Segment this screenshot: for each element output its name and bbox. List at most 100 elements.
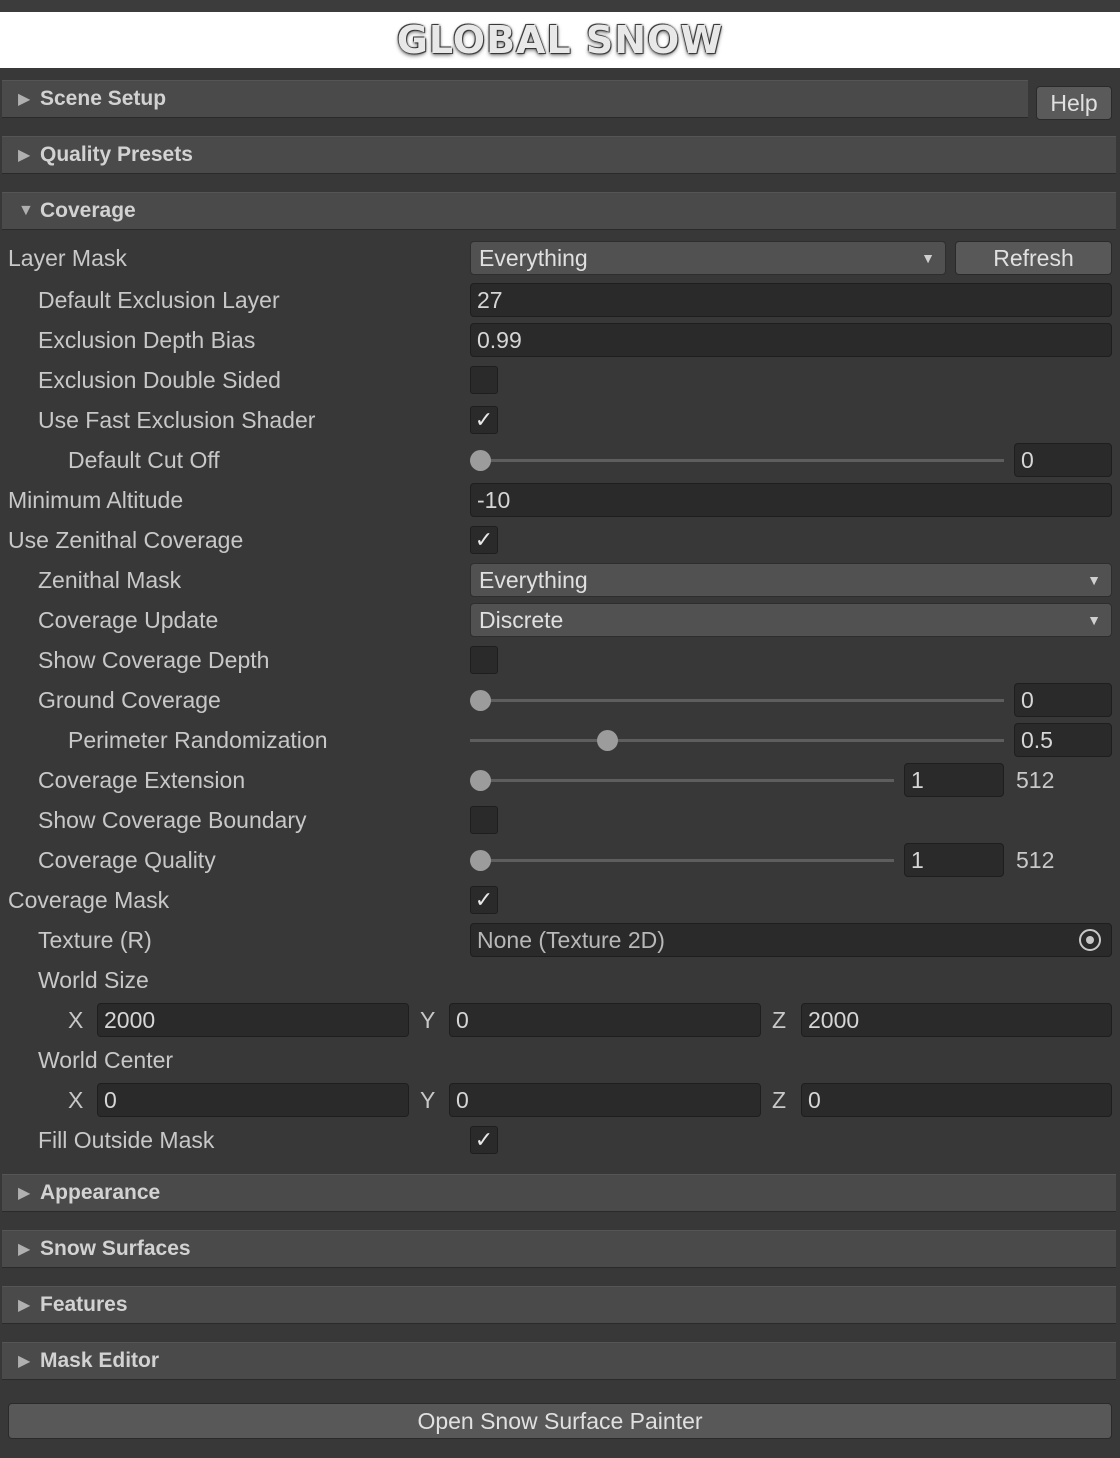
- use-fast-exclusion-shader-row: Use Fast Exclusion Shader ✓: [0, 400, 1120, 440]
- caret-down-icon: ▼: [921, 250, 935, 266]
- coverage-mask-checkbox[interactable]: ✓: [470, 886, 498, 914]
- world-size-row: World Size: [0, 960, 1120, 1000]
- world-center-z-label: Z: [772, 1087, 787, 1113]
- minimum-altitude-row: Minimum Altitude -10: [0, 480, 1120, 520]
- ground-coverage-slider-track[interactable]: [478, 699, 1004, 702]
- world-center-label: World Center: [38, 1047, 174, 1073]
- world-center-y-label: Y: [420, 1087, 436, 1113]
- world-center-z-field[interactable]: 0: [801, 1083, 1112, 1117]
- use-fast-exclusion-shader-label: Use Fast Exclusion Shader: [38, 407, 316, 433]
- exclusion-depth-bias-field[interactable]: 0.99: [470, 323, 1112, 357]
- texture-r-label: Texture (R): [38, 927, 152, 953]
- default-cut-off-slider-thumb[interactable]: [470, 450, 491, 471]
- layer-mask-dropdown[interactable]: Everything ▼: [470, 241, 946, 275]
- section-coverage-label: Coverage: [40, 199, 136, 222]
- use-zenithal-coverage-checkbox[interactable]: ✓: [470, 526, 498, 554]
- open-snow-surface-painter-button[interactable]: Open Snow Surface Painter: [8, 1403, 1112, 1439]
- triangle-right-icon: ▶: [18, 1185, 31, 1202]
- section-mask-editor[interactable]: ▶ Mask Editor: [2, 1342, 1116, 1380]
- show-coverage-depth-label: Show Coverage Depth: [38, 647, 270, 673]
- perimeter-randomization-field[interactable]: 0.5: [1014, 723, 1112, 757]
- section-scene-setup-label: Scene Setup: [40, 87, 167, 110]
- section-snow-surfaces[interactable]: ▶ Snow Surfaces: [2, 1230, 1116, 1268]
- show-coverage-boundary-row: Show Coverage Boundary: [0, 800, 1120, 840]
- coverage-extension-max: 512: [1016, 767, 1055, 793]
- use-fast-exclusion-shader-checkbox[interactable]: ✓: [470, 406, 498, 434]
- coverage-quality-field[interactable]: 1: [904, 843, 1004, 877]
- section-mask-editor-label: Mask Editor: [40, 1349, 160, 1372]
- perimeter-randomization-slider-thumb[interactable]: [597, 730, 618, 751]
- layer-mask-value: Everything: [479, 245, 588, 271]
- zenithal-mask-dropdown[interactable]: Everything ▼: [470, 563, 1112, 597]
- zenithal-mask-label: Zenithal Mask: [38, 567, 182, 593]
- section-snow-surfaces-label: Snow Surfaces: [40, 1237, 191, 1260]
- coverage-quality-slider-track[interactable]: [478, 859, 894, 862]
- world-size-x-field[interactable]: 2000: [97, 1003, 409, 1037]
- coverage-quality-slider-thumb[interactable]: [470, 850, 491, 871]
- ground-coverage-label: Ground Coverage: [38, 687, 221, 713]
- world-center-y-field[interactable]: 0: [449, 1083, 761, 1117]
- section-appearance[interactable]: ▶ Appearance: [2, 1174, 1116, 1212]
- minimum-altitude-field[interactable]: -10: [470, 483, 1112, 517]
- coverage-extension-field[interactable]: 1: [904, 763, 1004, 797]
- object-picker-icon[interactable]: [1079, 929, 1101, 951]
- section-quality-presets[interactable]: ▶ Quality Presets: [2, 136, 1116, 174]
- exclusion-depth-bias-label: Exclusion Depth Bias: [38, 327, 256, 353]
- section-features[interactable]: ▶ Features: [2, 1286, 1116, 1324]
- ground-coverage-field[interactable]: 0: [1014, 683, 1112, 717]
- layer-mask-row: Layer Mask Everything ▼ Refresh: [0, 238, 1120, 278]
- coverage-update-dropdown[interactable]: Discrete ▼: [470, 603, 1112, 637]
- default-cut-off-field[interactable]: 0: [1014, 443, 1112, 477]
- caret-down-icon: ▼: [1087, 612, 1101, 628]
- perimeter-randomization-label: Perimeter Randomization: [68, 727, 328, 753]
- triangle-right-icon: ▶: [18, 1297, 31, 1314]
- ground-coverage-slider-thumb[interactable]: [470, 690, 491, 711]
- world-size-x-label: X: [68, 1007, 84, 1033]
- triangle-right-icon: ▶: [18, 1241, 31, 1258]
- default-cut-off-row: Default Cut Off 0: [0, 440, 1120, 480]
- world-size-z-field[interactable]: 2000: [801, 1003, 1112, 1037]
- world-center-x-label: X: [68, 1087, 84, 1113]
- section-coverage[interactable]: ▼ Coverage: [2, 192, 1116, 230]
- refresh-button[interactable]: Refresh: [955, 241, 1112, 275]
- check-icon: ✓: [474, 1127, 494, 1152]
- exclusion-double-sided-label: Exclusion Double Sided: [38, 367, 281, 393]
- coverage-quality-max: 512: [1016, 847, 1055, 873]
- coverage-mask-label: Coverage Mask: [8, 887, 170, 913]
- fill-outside-mask-row: Fill Outside Mask ✓: [0, 1120, 1120, 1160]
- fill-outside-mask-label: Fill Outside Mask: [38, 1127, 215, 1153]
- perimeter-randomization-slider-track[interactable]: [470, 739, 1004, 742]
- default-cut-off-slider-track[interactable]: [478, 459, 1004, 462]
- coverage-mask-row: Coverage Mask ✓: [0, 880, 1120, 920]
- triangle-down-icon: ▼: [18, 202, 34, 219]
- world-size-z-label: Z: [772, 1007, 787, 1033]
- default-exclusion-layer-label: Default Exclusion Layer: [38, 287, 280, 313]
- check-icon: ✓: [474, 407, 494, 432]
- section-scene-setup[interactable]: ▶ Scene Setup: [2, 80, 1028, 118]
- default-exclusion-layer-field[interactable]: 27: [470, 283, 1112, 317]
- ground-coverage-row: Ground Coverage 0: [0, 680, 1120, 720]
- world-size-y-label: Y: [420, 1007, 436, 1033]
- use-zenithal-coverage-row: Use Zenithal Coverage ✓: [0, 520, 1120, 560]
- coverage-quality-label: Coverage Quality: [38, 847, 216, 873]
- coverage-update-value: Discrete: [479, 607, 564, 633]
- layer-mask-label: Layer Mask: [8, 245, 127, 271]
- texture-r-object-field[interactable]: None (Texture 2D): [470, 923, 1112, 957]
- show-coverage-boundary-checkbox[interactable]: [470, 806, 498, 834]
- world-size-y-field[interactable]: 0: [449, 1003, 761, 1037]
- perimeter-randomization-row: Perimeter Randomization 0.5: [0, 720, 1120, 760]
- coverage-extension-slider-track[interactable]: [478, 779, 894, 782]
- show-coverage-boundary-label: Show Coverage Boundary: [38, 807, 307, 833]
- world-center-x-field[interactable]: 0: [97, 1083, 409, 1117]
- help-button[interactable]: Help: [1036, 86, 1112, 120]
- exclusion-double-sided-checkbox[interactable]: [470, 366, 498, 394]
- coverage-extension-label: Coverage Extension: [38, 767, 246, 793]
- fill-outside-mask-checkbox[interactable]: ✓: [470, 1126, 498, 1154]
- show-coverage-depth-checkbox[interactable]: [470, 646, 498, 674]
- banner-title: GLOBAL SNOW: [396, 18, 724, 62]
- show-coverage-depth-row: Show Coverage Depth: [0, 640, 1120, 680]
- caret-down-icon: ▼: [1087, 572, 1101, 588]
- coverage-extension-slider-thumb[interactable]: [470, 770, 491, 791]
- texture-r-value: None (Texture 2D): [477, 927, 665, 953]
- minimum-altitude-label: Minimum Altitude: [8, 487, 184, 513]
